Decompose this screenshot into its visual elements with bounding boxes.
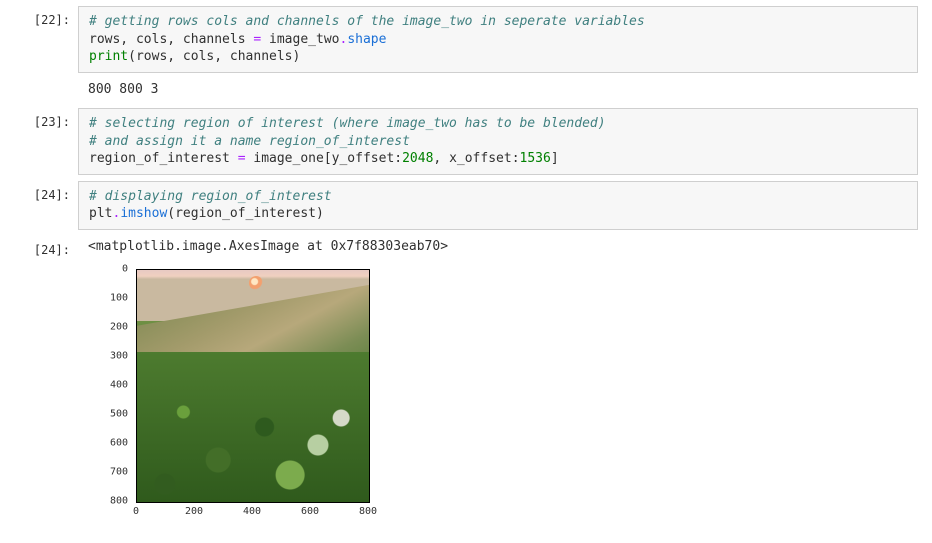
y-tick: 800 bbox=[110, 495, 128, 509]
code-ident: image_two bbox=[269, 32, 339, 47]
cell-24-figure-prompt bbox=[0, 265, 78, 271]
code-ident: rows, cols, channels bbox=[89, 32, 253, 47]
x-tick: 800 bbox=[359, 505, 377, 519]
x-tick: 200 bbox=[185, 505, 203, 519]
notebook-root: [22]: # getting rows cols and channels o… bbox=[0, 0, 932, 543]
x-tick-labels: 0200400600800 bbox=[136, 503, 368, 519]
code-comment: # and assign it a name region_of_interes… bbox=[89, 134, 410, 149]
cell-22-output-prompt bbox=[0, 79, 78, 85]
y-tick-labels: 0100200300400500600700800 bbox=[88, 269, 132, 501]
code-args: (rows, cols, channels) bbox=[128, 49, 300, 64]
code-ident: region_of_interest bbox=[89, 151, 238, 166]
code-comment: # displaying region_of_interest bbox=[89, 189, 332, 204]
code-attr: shape bbox=[347, 32, 386, 47]
cell-24-input-prompt: [24]: bbox=[0, 181, 78, 203]
code-builtin: print bbox=[89, 49, 128, 64]
mpl-axes: 0100200300400500600700800 0200400600800 bbox=[88, 269, 388, 519]
code-ident: y_offset bbox=[332, 151, 395, 166]
cell-22-input-prompt: [22]: bbox=[0, 6, 78, 28]
cell-23-input-prompt: [23]: bbox=[0, 108, 78, 130]
code-punct: : bbox=[394, 151, 402, 166]
x-tick: 600 bbox=[301, 505, 319, 519]
cell-22-input-row: [22]: # getting rows cols and channels o… bbox=[0, 6, 932, 73]
sun-icon bbox=[249, 276, 263, 290]
y-tick: 600 bbox=[110, 437, 128, 451]
y-tick: 500 bbox=[110, 408, 128, 422]
code-number: 2048 bbox=[402, 151, 433, 166]
code-call: imshow bbox=[120, 206, 167, 221]
code-args: (region_of_interest) bbox=[167, 206, 324, 221]
code-op: = bbox=[238, 151, 254, 166]
y-tick: 100 bbox=[110, 292, 128, 306]
code-comment: # selecting region of interest (where im… bbox=[89, 116, 606, 131]
y-tick: 300 bbox=[110, 350, 128, 364]
cell-24-code[interactable]: # displaying region_of_interest plt.imsh… bbox=[78, 181, 918, 230]
code-ident: plt bbox=[89, 206, 112, 221]
cell-24-output-prompt: [24]: bbox=[0, 236, 78, 258]
mpl-image bbox=[136, 269, 370, 503]
cell-24-output-row: [24]: <matplotlib.image.AxesImage at 0x7… bbox=[0, 236, 932, 260]
cell-24-figure-row: 0 100 200 300 400 500 600 700 800 0 200 400 600 800 bbox=[0, 265, 932, 527]
y-tick: 400 bbox=[110, 379, 128, 393]
cell-24-figure: 0 100 200 300 400 500 600 700 800 0 200 400 600 800 bbox=[78, 265, 398, 527]
cell-22-output-row: 800 800 3 bbox=[0, 79, 932, 103]
code-punct: : bbox=[512, 151, 520, 166]
y-tick: 700 bbox=[110, 466, 128, 480]
cell-24-repr: <matplotlib.image.AxesImage at 0x7f88303… bbox=[78, 236, 918, 260]
code-punct: , bbox=[433, 151, 449, 166]
x-tick: 400 bbox=[243, 505, 261, 519]
code-ident: x_offset bbox=[449, 151, 512, 166]
y-tick: 200 bbox=[110, 321, 128, 335]
cell-23-code[interactable]: # selecting region of interest (where im… bbox=[78, 108, 918, 175]
code-number: 1536 bbox=[520, 151, 551, 166]
x-tick: 0 bbox=[133, 505, 139, 519]
code-ident: image_one bbox=[253, 151, 323, 166]
code-op: = bbox=[253, 32, 269, 47]
code-punct: [ bbox=[324, 151, 332, 166]
y-tick: 0 bbox=[122, 263, 128, 277]
code-punct: ] bbox=[551, 151, 559, 166]
cell-22-code[interactable]: # getting rows cols and channels of the … bbox=[78, 6, 918, 73]
cell-22-stdout: 800 800 3 bbox=[78, 79, 918, 103]
cell-23-input-row: [23]: # selecting region of interest (wh… bbox=[0, 108, 932, 175]
code-comment: # getting rows cols and channels of the … bbox=[89, 14, 645, 29]
cell-24-input-row: [24]: # displaying region_of_interest pl… bbox=[0, 181, 932, 230]
